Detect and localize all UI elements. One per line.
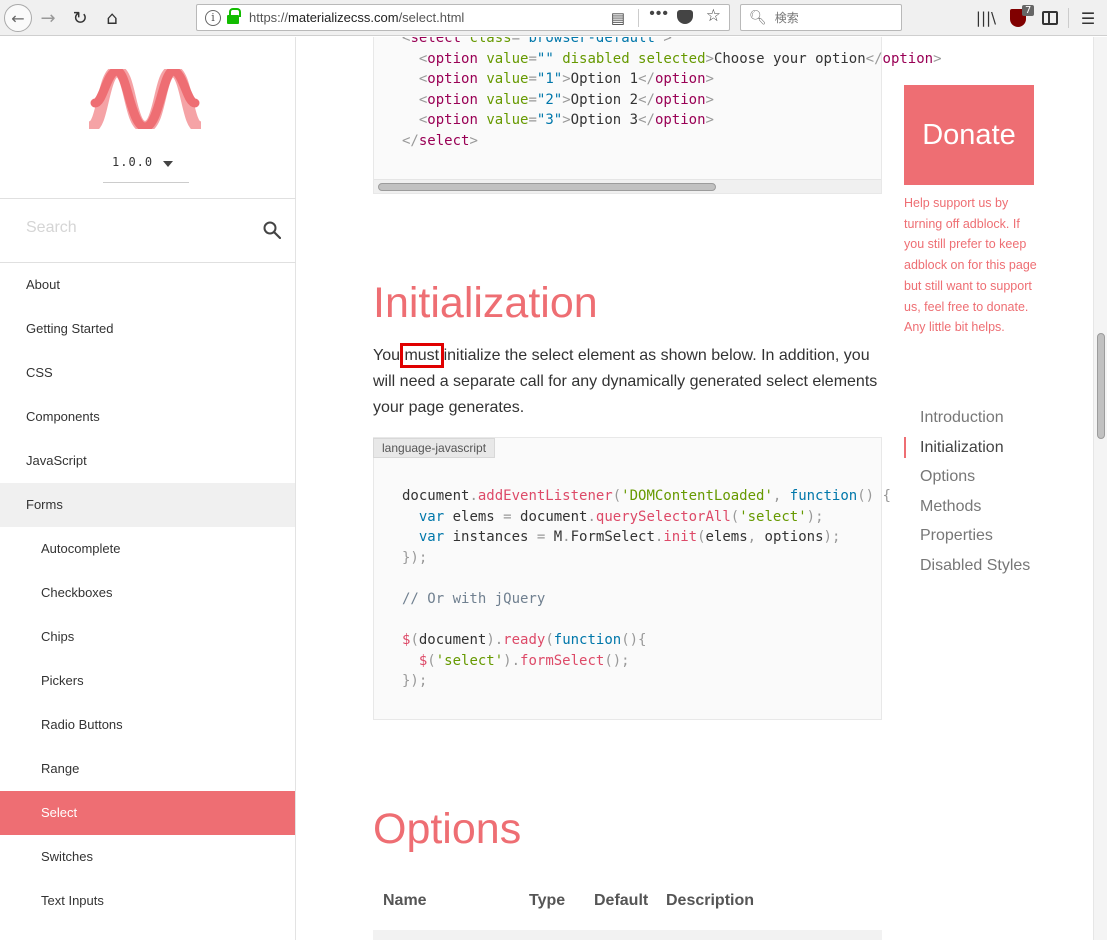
- url-host: materializecss.com: [288, 10, 399, 25]
- para-text-after: initialize the select element as shown b…: [373, 347, 878, 416]
- sidebar-subitem-select[interactable]: Select: [0, 791, 295, 835]
- browser-search-placeholder: 検索: [774, 11, 799, 25]
- sidebar-item-css[interactable]: CSS: [0, 351, 295, 395]
- browser-search-box[interactable]: 🔍︎ 検索: [740, 4, 902, 31]
- js-code-line: var elems = document.querySelectorAll('s…: [418, 508, 824, 525]
- sidebar-subitem-text-inputs[interactable]: Text Inputs: [0, 879, 295, 923]
- donate-button[interactable]: Donate: [904, 85, 1034, 185]
- table-header-description: Description: [666, 892, 755, 909]
- table-header-name: Name: [383, 892, 427, 909]
- sidebar-subitem-pickers[interactable]: Pickers: [0, 659, 295, 703]
- js-code-block: document.addEventListener('DOMContentLoa…: [373, 437, 891, 720]
- ublock-shield: 7: [1010, 5, 1035, 27]
- table-of-contents: Introduction Initialization Options Meth…: [904, 403, 1054, 581]
- sidebar-subitem-chips[interactable]: Chips: [0, 615, 295, 659]
- html-code-line: <option value="" disabled selected>Choos…: [418, 50, 942, 67]
- home-icon[interactable]: ⌂: [98, 4, 126, 32]
- js-code-comment: // Or with jQuery: [402, 590, 546, 607]
- js-code-line: });: [402, 673, 428, 690]
- donate-text: Help support us by turning off adblock. …: [904, 196, 1037, 335]
- sidenav: 1.0.0 About Getting Started CSS Componen…: [0, 37, 296, 940]
- html-code: <select class="browser-default"> <option…: [402, 37, 942, 152]
- html-code-line: </select>: [402, 132, 478, 149]
- toc-item-options[interactable]: Options: [904, 462, 1054, 492]
- sidebar-item-about[interactable]: About: [0, 263, 295, 307]
- info-icon[interactable]: i: [205, 9, 221, 26]
- url-bar[interactable]: i https://materializecss.com/select.html…: [196, 4, 730, 31]
- url-text[interactable]: https://materializecss.com/select.html: [249, 10, 464, 25]
- sidebar-icon[interactable]: [1036, 4, 1064, 32]
- chevron-down-icon: [163, 161, 173, 167]
- pocket-icon[interactable]: [677, 10, 693, 24]
- sidebar-item-javascript[interactable]: JavaScript: [0, 439, 295, 483]
- back-arrow-icon[interactable]: ←: [4, 4, 32, 32]
- code-language-tag: language-javascript: [373, 438, 496, 458]
- sidebar-subitem-autocomplete[interactable]: Autocomplete: [0, 527, 295, 571]
- url-separator: [638, 9, 639, 27]
- library-icon[interactable]: |||\: [972, 4, 1000, 32]
- sidebar-subitem-switches[interactable]: Switches: [0, 835, 295, 879]
- sidebar-item-forms[interactable]: Forms: [0, 483, 295, 527]
- js-code-line: $(document).ready(function(){: [402, 632, 647, 649]
- ublock-shield-icon[interactable]: 7: [1004, 4, 1035, 32]
- search-icon[interactable]: [263, 221, 281, 239]
- html-code-line: <select class="browser-default">: [402, 37, 672, 46]
- toolbar-separator: [1068, 8, 1069, 28]
- sidebar-glyph: [1042, 11, 1058, 25]
- js-code-line: document.addEventListener('DOMContentLoa…: [402, 488, 891, 504]
- version-text: 1.0.0: [112, 155, 154, 169]
- bookmark-star-icon[interactable]: ☆: [706, 6, 721, 26]
- hamburger-menu-icon[interactable]: ☰: [1074, 4, 1102, 32]
- toc-item-disabled-styles[interactable]: Disabled Styles: [904, 551, 1054, 581]
- version-select[interactable]: 1.0.0: [103, 149, 189, 183]
- js-code-line: });: [402, 549, 428, 566]
- html-code-line: <option value="1">Option 1</option>: [418, 71, 714, 88]
- materialize-logo[interactable]: [89, 69, 201, 129]
- sidenav-list: About Getting Started CSS Components Jav…: [0, 263, 295, 923]
- table-header-type: Type: [529, 892, 566, 909]
- sidenav-search: [0, 199, 296, 263]
- browser-toolbar: ← → ↻ ⌂ i https://materializecss.com/sel…: [0, 0, 1107, 36]
- js-code-line: var instances = M.FormSelect.init(elems,…: [418, 529, 841, 546]
- initialization-paragraph: You must initialize the select element a…: [373, 343, 883, 421]
- highlight-box: [400, 343, 444, 368]
- sidebar-subitem-range[interactable]: Range: [0, 747, 295, 791]
- toc-item-methods[interactable]: Methods: [904, 492, 1054, 522]
- toc-item-introduction[interactable]: Introduction: [904, 403, 1054, 433]
- page-scrollbar[interactable]: [1093, 37, 1107, 940]
- lock-icon: [227, 7, 241, 24]
- table-header-default: Default: [594, 892, 649, 909]
- sidebar-item-getting-started[interactable]: Getting Started: [0, 307, 295, 351]
- html-code-line: <option value="3">Option 3</option>: [418, 112, 714, 129]
- sidebar-subitem-radio-buttons[interactable]: Radio Buttons: [0, 703, 295, 747]
- sidebar-item-components[interactable]: Components: [0, 395, 295, 439]
- reader-view-icon[interactable]: ▤: [611, 9, 625, 27]
- initialization-heading: Initialization: [373, 279, 598, 327]
- scrollbar-thumb[interactable]: [378, 183, 716, 191]
- page-scrollbar-thumb[interactable]: [1097, 333, 1105, 439]
- reload-icon[interactable]: ↻: [66, 4, 94, 32]
- sidebar-subitem-checkboxes[interactable]: Checkboxes: [0, 571, 295, 615]
- more-dots-icon[interactable]: •••: [649, 5, 669, 23]
- main-content: <select class="browser-default"> <option…: [297, 37, 1093, 940]
- table-row: [373, 930, 882, 940]
- url-prefix: https://: [249, 10, 289, 25]
- toc-item-initialization[interactable]: Initialization: [904, 433, 1054, 463]
- ublock-badge: 7: [1022, 5, 1035, 16]
- forward-arrow-icon[interactable]: →: [34, 4, 62, 32]
- html-code-line: <option value="2">Option 2</option>: [418, 91, 714, 108]
- js-code-line: $('select').formSelect();: [418, 652, 630, 669]
- search-input[interactable]: [26, 219, 246, 237]
- html-code-block: <select class="browser-default"> <option…: [373, 37, 942, 194]
- toc-item-properties[interactable]: Properties: [904, 521, 1054, 551]
- js-code: document.addEventListener('DOMContentLoa…: [402, 486, 891, 692]
- options-heading: Options: [373, 805, 522, 853]
- horizontal-scrollbar[interactable]: [374, 179, 881, 193]
- search-icon: 🔍︎: [749, 9, 767, 25]
- url-path: /select.html: [398, 10, 465, 25]
